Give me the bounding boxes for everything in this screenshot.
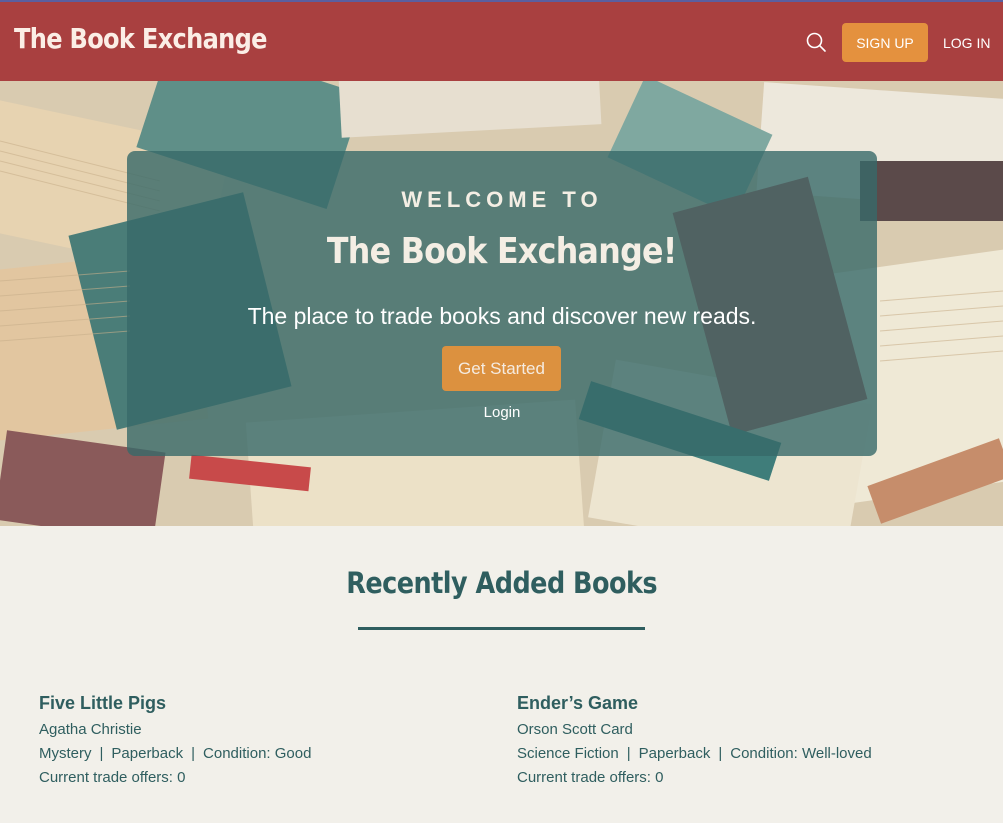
heading-underline [358,627,645,630]
hero-login-link[interactable]: Login [484,404,521,421]
book-condition: Condition: Good [203,745,312,762]
recent-books-heading: Recently Added Books [0,566,1003,600]
hero-login-row: Login [127,404,877,421]
hero-subtitle: The place to trade books and discover ne… [247,303,757,329]
search-icon[interactable] [805,31,827,53]
book-card: Ender’s Game Orson Scott Card Science Fi… [517,693,937,790]
top-navbar: The Book Exchange SIGN UP LOG IN [0,0,1003,81]
book-title[interactable]: Five Little Pigs [39,693,459,714]
book-author: Agatha Christie [39,721,142,738]
book-card: Five Little Pigs Agatha Christie Mystery… [39,693,459,790]
hero-section: WELCOME TO The Book Exchange! The place … [0,81,1003,526]
book-format: Paperback [111,745,184,762]
separator: | [626,745,631,762]
signup-button[interactable]: SIGN UP [842,23,928,62]
separator: | [99,745,104,762]
hero-title: The Book Exchange! [127,231,877,272]
recent-books-heading-text: Recently Added Books [346,566,657,600]
hero-welcome-text: WELCOME TO [401,187,603,212]
book-trade-offers: Current trade offers: 0 [517,769,664,786]
separator: | [718,745,723,762]
separator: | [191,745,196,762]
book-genre: Science Fiction [517,745,619,762]
book-format: Paperback [638,745,711,762]
book-trade-offers: Current trade offers: 0 [39,769,186,786]
login-link[interactable]: LOG IN [943,23,990,62]
book-condition: Condition: Well-loved [730,745,872,762]
get-started-button[interactable]: Get Started [442,346,561,391]
book-details: Science Fiction | Paperback | Condition: Wel… [517,742,937,766]
book-author: Orson Scott Card [517,721,633,738]
hero-card: WELCOME TO The Book Exchange! The place … [127,151,877,456]
hero-title-text: The Book Exchange! [327,231,677,272]
brand-logo[interactable]: The Book Exchange [14,22,267,55]
book-genre: Mystery [39,745,92,762]
book-title[interactable]: Ender’s Game [517,693,937,714]
book-details: Mystery | Paperback | Condition: Good [39,742,459,766]
